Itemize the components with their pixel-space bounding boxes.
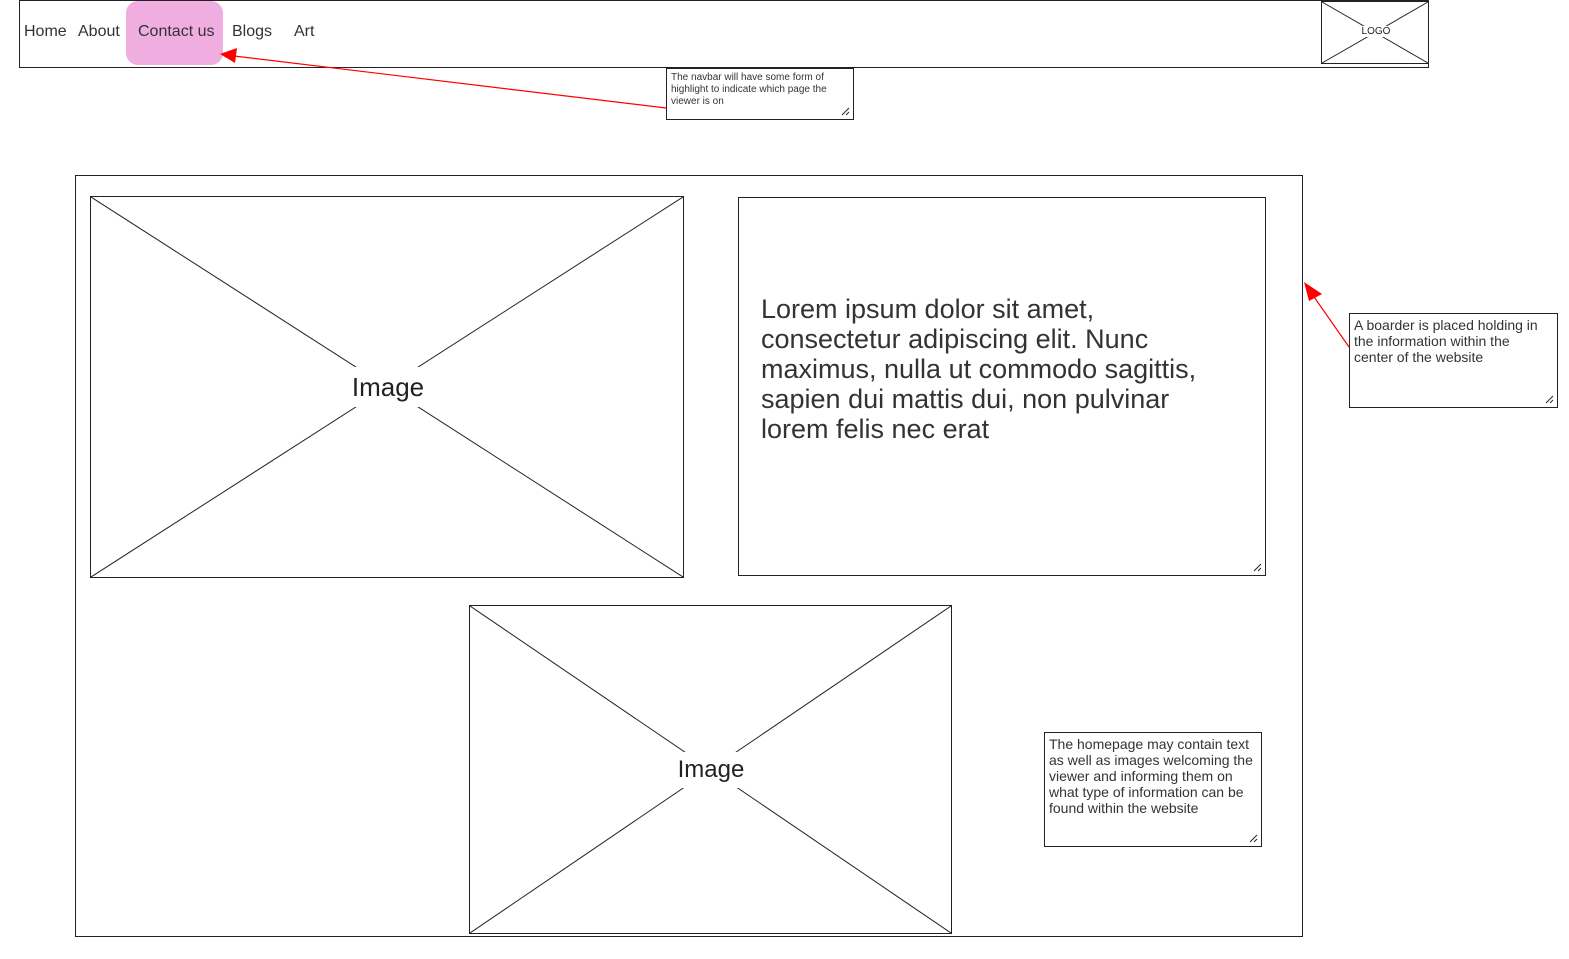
nav-item-blogs[interactable]: Blogs bbox=[232, 23, 272, 41]
navbar-annotation-note: The navbar will have some form of highli… bbox=[666, 68, 854, 120]
resize-grip-icon[interactable] bbox=[1248, 833, 1258, 843]
intro-text: Lorem ipsum dolor sit amet, consectetur … bbox=[761, 294, 1197, 444]
resize-grip-icon[interactable] bbox=[1544, 394, 1554, 404]
image-placeholder-bottom: Image bbox=[469, 605, 952, 934]
nav-item-contact-us[interactable]: Contact us bbox=[138, 23, 214, 41]
border-note-arrow bbox=[1304, 282, 1350, 348]
image-label: Image bbox=[343, 367, 433, 407]
image-label: Image bbox=[668, 752, 754, 788]
logo-label: LOGO bbox=[1358, 26, 1394, 37]
navbar-note-text: The navbar will have some form of highli… bbox=[671, 72, 827, 107]
resize-grip-icon[interactable] bbox=[840, 106, 850, 116]
nav-item-art[interactable]: Art bbox=[294, 23, 314, 41]
logo-placeholder[interactable]: LOGO bbox=[1321, 1, 1429, 64]
border-annotation-note: A boarder is placed holding in the infor… bbox=[1349, 313, 1558, 408]
image-placeholder-top: Image bbox=[90, 196, 684, 578]
homepage-note-text: The homepage may contain text as well as… bbox=[1049, 736, 1253, 816]
resize-grip-icon[interactable] bbox=[1252, 562, 1262, 572]
nav-item-home[interactable]: Home bbox=[24, 23, 67, 41]
navbar: Home About Contact us Blogs Art bbox=[19, 0, 1429, 68]
border-note-text: A boarder is placed holding in the infor… bbox=[1354, 317, 1538, 365]
intro-text-box[interactable]: Lorem ipsum dolor sit amet, consectetur … bbox=[738, 197, 1266, 576]
homepage-annotation-note: The homepage may contain text as well as… bbox=[1044, 732, 1262, 847]
nav-item-about[interactable]: About bbox=[78, 23, 120, 41]
